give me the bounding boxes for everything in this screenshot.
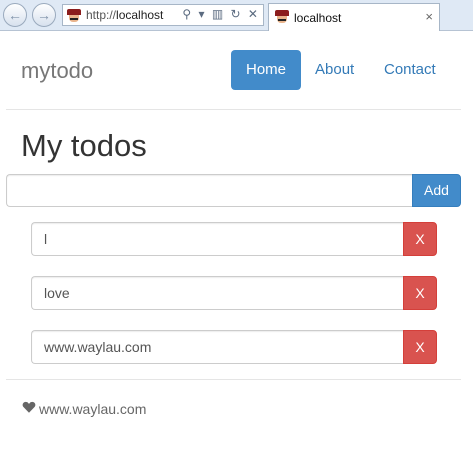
forward-arrow-icon: →: [37, 7, 51, 23]
delete-todo-button[interactable]: X: [403, 330, 437, 364]
back-arrow-icon: ←: [8, 7, 22, 23]
add-todo-button[interactable]: Add: [412, 174, 461, 207]
forward-button[interactable]: →: [32, 3, 56, 27]
brand-logo[interactable]: mytodo: [21, 58, 93, 84]
todo-item: love X: [31, 276, 437, 310]
todo-item: l X: [31, 222, 437, 256]
todo-text-field[interactable]: www.waylau.com: [31, 330, 404, 364]
todo-item: www.waylau.com X: [31, 330, 437, 364]
todo-text-field[interactable]: l: [31, 222, 404, 256]
todo-text-field[interactable]: love: [31, 276, 404, 310]
tab-favicon-icon: [275, 10, 289, 24]
new-todo-input[interactable]: [6, 174, 413, 207]
site-navbar: mytodo Home About Contact: [6, 31, 461, 110]
address-bar-icons[interactable]: ⚲ ▾ ▥ ↻ ✕: [182, 7, 260, 21]
delete-todo-button[interactable]: X: [403, 276, 437, 310]
site-favicon-icon: [67, 9, 81, 23]
address-url[interactable]: http://localhost: [86, 8, 163, 22]
tab-close-icon[interactable]: ×: [425, 9, 433, 24]
back-button[interactable]: ←: [3, 3, 27, 27]
page-title: My todos: [21, 128, 147, 163]
nav-about[interactable]: About: [300, 50, 369, 90]
browser-toolbar: ← → http://localhost ⚲ ▾ ▥ ↻ ✕ localhost…: [0, 0, 473, 31]
heart-icon: [22, 401, 36, 413]
tab-title: localhost: [294, 11, 342, 25]
site-footer: www.waylau.com: [6, 379, 461, 439]
nav-home[interactable]: Home: [231, 50, 302, 90]
address-bar[interactable]: http://localhost ⚲ ▾ ▥ ↻ ✕: [62, 4, 264, 26]
footer-link[interactable]: www.waylau.com: [39, 401, 146, 417]
delete-todo-button[interactable]: X: [403, 222, 437, 256]
browser-tab[interactable]: localhost ×: [268, 3, 440, 31]
nav-contact[interactable]: Contact: [369, 50, 451, 90]
